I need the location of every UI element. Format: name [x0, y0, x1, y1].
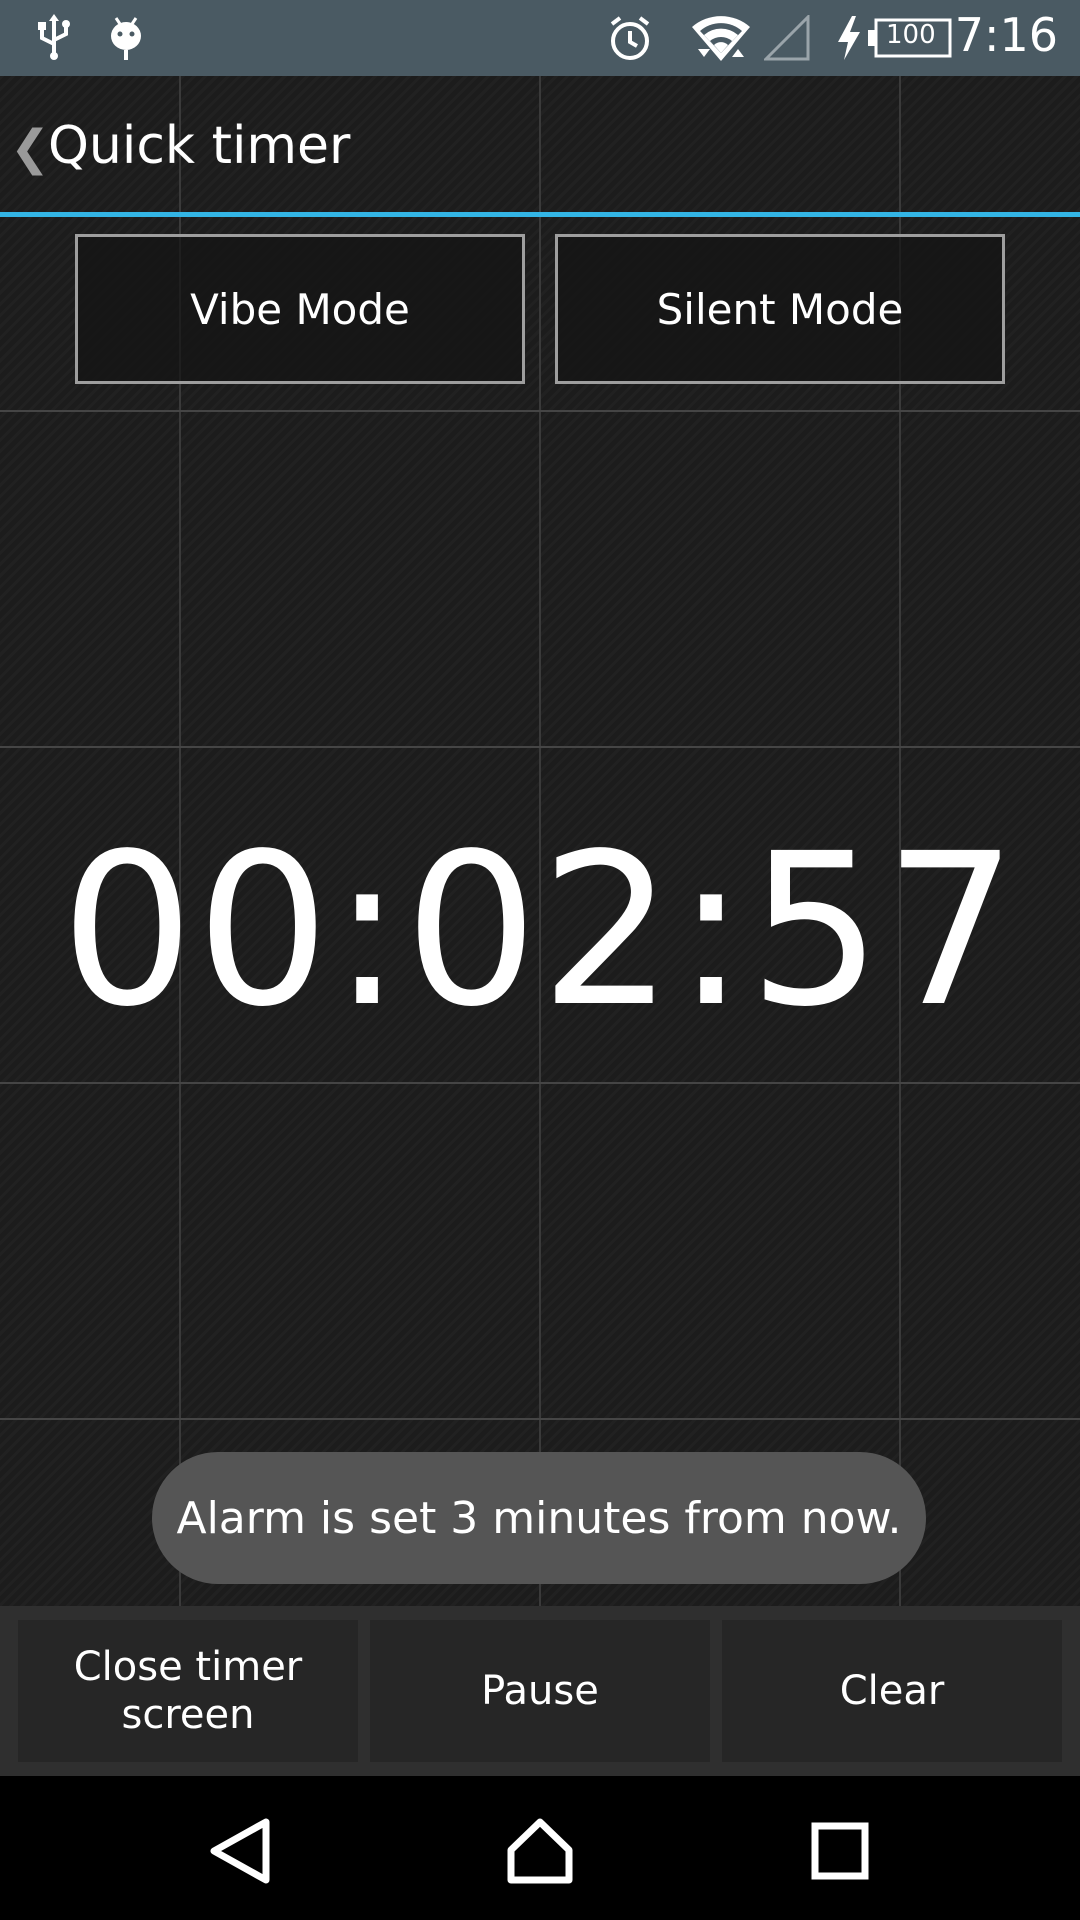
alarm-icon [606, 14, 654, 62]
navigation-bar [0, 1776, 1080, 1920]
page-title[interactable]: Quick timer [48, 116, 350, 176]
bottom-button-bar: Close timer screen Pause Clear [0, 1606, 1080, 1776]
grid-line [0, 746, 1080, 748]
wifi-icon [690, 14, 752, 62]
grid-line [0, 410, 1080, 412]
grid-line [0, 1418, 1080, 1420]
clock-time: 7:16 [954, 8, 1058, 62]
timer-display: 00:02:57 [60, 808, 1020, 1053]
action-bar: ❮ Quick timer [0, 76, 1080, 212]
battery-level: 100 [886, 20, 936, 50]
close-timer-screen-button[interactable]: Close timer screen [18, 1620, 358, 1762]
pause-button[interactable]: Pause [370, 1620, 710, 1762]
back-chevron-icon[interactable]: ❮ [10, 120, 50, 176]
silent-mode-button[interactable]: Silent Mode [555, 234, 1005, 384]
status-bar: 100 7:16 [0, 0, 1080, 76]
clear-button[interactable]: Clear [722, 1620, 1062, 1762]
recents-icon[interactable] [795, 1806, 885, 1896]
app-content: ❮ Quick timer Vibe Mode Silent Mode 00:0… [0, 76, 1080, 1776]
action-bar-accent-line [0, 212, 1080, 217]
charging-icon [834, 14, 864, 62]
back-icon[interactable] [196, 1806, 286, 1896]
home-icon[interactable] [495, 1806, 585, 1896]
cell-signal-icon [764, 14, 810, 62]
usb-icon [34, 14, 74, 62]
vibe-mode-button[interactable]: Vibe Mode [75, 234, 525, 384]
android-debug-icon [106, 14, 146, 62]
grid-line [0, 1082, 1080, 1084]
toast-message: Alarm is set 3 minutes from now. [152, 1452, 926, 1584]
close-button-label-line2: screen [121, 1692, 255, 1738]
close-button-label-line1: Close timer [73, 1644, 303, 1690]
